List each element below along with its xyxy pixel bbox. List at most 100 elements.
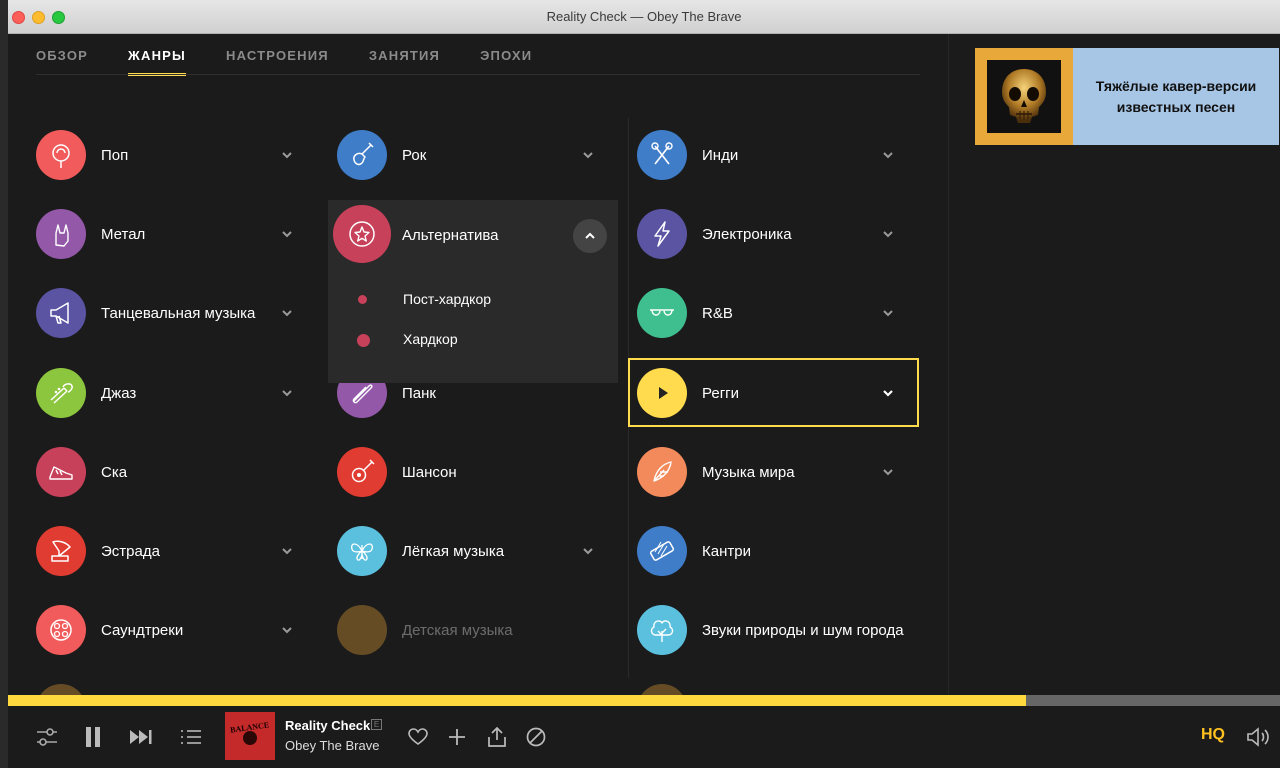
genre-item[interactable]: Шансон xyxy=(309,437,599,507)
tab-genres[interactable]: ЖАНРЫ xyxy=(128,48,186,76)
genre-label[interactable]: Лёгкая музыка xyxy=(402,543,504,560)
volume-button[interactable] xyxy=(1246,725,1272,749)
genre-item[interactable]: Танцевальная музыка xyxy=(8,278,298,348)
genre-label[interactable]: Рок xyxy=(402,147,426,164)
gramophone-icon[interactable] xyxy=(36,526,86,576)
equalizer-button[interactable] xyxy=(34,725,60,749)
expand-button[interactable] xyxy=(280,623,294,637)
category-tabs: ОБЗОР ЖАНРЫ НАСТРОЕНИЯ ЗАНЯТИЯ ЭПОХИ xyxy=(36,48,572,76)
genre-label[interactable]: Метал xyxy=(101,226,145,243)
share-button[interactable] xyxy=(484,725,510,749)
tree-icon[interactable] xyxy=(637,605,687,655)
tab-overview[interactable]: ОБЗОР xyxy=(36,48,88,76)
megaphone-icon[interactable] xyxy=(36,288,86,338)
butterfly-icon[interactable] xyxy=(337,526,387,576)
genre-item[interactable]: Кантри xyxy=(609,516,899,586)
chevron-down-icon xyxy=(282,231,292,238)
heart-icon xyxy=(408,728,428,745)
genre-circle[interactable] xyxy=(337,605,387,655)
lightning-icon[interactable] xyxy=(637,209,687,259)
genre-label[interactable]: Музыка мира xyxy=(702,464,795,481)
block-button[interactable] xyxy=(523,725,549,749)
genre-item[interactable]: Звуки природы и шум города xyxy=(609,595,904,665)
chevron-up-icon xyxy=(585,232,595,239)
genre-label[interactable]: Поп xyxy=(101,147,128,164)
lollipop-icon[interactable] xyxy=(36,130,86,180)
genre-label[interactable]: Панк xyxy=(402,385,436,402)
expand-button[interactable] xyxy=(280,306,294,320)
sneaker-icon[interactable] xyxy=(36,447,86,497)
expand-button[interactable] xyxy=(881,227,895,241)
genre-label[interactable]: Джаз xyxy=(101,385,136,402)
genre-item[interactable]: Ска xyxy=(8,437,298,507)
playlist-button[interactable] xyxy=(178,725,204,749)
expand-button[interactable] xyxy=(280,544,294,558)
genre-label[interactable]: Электроника xyxy=(702,226,792,243)
title-bar: Reality Check — Obey The Brave xyxy=(8,0,1280,34)
genre-item[interactable]: Джаз xyxy=(8,358,298,428)
sidebar-divider xyxy=(948,34,949,694)
genre-item[interactable]: Метал xyxy=(8,199,298,269)
genre-label[interactable]: Кантри xyxy=(702,543,751,560)
promo-banner[interactable]: Тяжёлые кавер-версии известных песен xyxy=(975,48,1279,145)
genre-item[interactable]: Рок xyxy=(309,120,599,190)
album-cover[interactable]: BALANCE xyxy=(225,712,275,760)
genre-label[interactable]: R&B xyxy=(702,305,733,322)
trumpet-icon[interactable] xyxy=(36,368,86,418)
quality-toggle[interactable]: HQ xyxy=(1201,726,1225,744)
electric-guitar-icon[interactable] xyxy=(337,130,387,180)
genre-label[interactable]: Детская музыка xyxy=(402,622,513,639)
expand-button[interactable] xyxy=(881,465,895,479)
genre-label[interactable]: Эстрада xyxy=(101,543,160,560)
share-icon xyxy=(488,727,506,747)
harmonica-icon[interactable] xyxy=(637,526,687,576)
expand-button[interactable] xyxy=(581,148,595,162)
like-button[interactable] xyxy=(405,725,431,749)
tab-activities[interactable]: ЗАНЯТИЯ xyxy=(369,48,440,76)
expand-button[interactable] xyxy=(881,148,895,162)
track-title[interactable]: Reality Check xyxy=(285,718,370,733)
track-artist[interactable]: Obey The Brave xyxy=(285,738,379,753)
star-icon[interactable] xyxy=(333,205,391,263)
promo-art xyxy=(975,48,1073,145)
genre-label[interactable]: Саундтреки xyxy=(101,622,183,639)
next-track-button[interactable] xyxy=(128,725,154,749)
genre-item[interactable]: Инди xyxy=(609,120,899,190)
genre-label[interactable]: Шансон xyxy=(402,464,457,481)
expand-button[interactable] xyxy=(881,306,895,320)
expand-button[interactable] xyxy=(280,386,294,400)
genre-item[interactable]: Музыка мира xyxy=(609,437,899,507)
add-button[interactable] xyxy=(444,725,470,749)
genre-item[interactable]: Эстрада xyxy=(8,516,298,586)
genre-label[interactable]: Альтернатива xyxy=(402,227,498,244)
rock-hand-icon[interactable] xyxy=(36,209,86,259)
chevron-down-icon xyxy=(883,152,893,159)
crossed-mics-icon[interactable] xyxy=(637,130,687,180)
genre-label[interactable]: Звуки природы и шум города xyxy=(702,622,904,639)
playback-progress[interactable] xyxy=(8,695,1280,706)
genre-item[interactable]: Лёгкая музыка xyxy=(309,516,599,586)
expand-button[interactable] xyxy=(581,544,595,558)
tab-eras[interactable]: ЭПОХИ xyxy=(480,48,532,76)
sunglasses-icon[interactable] xyxy=(637,288,687,338)
acoustic-guitar-icon[interactable] xyxy=(337,447,387,497)
collapse-button[interactable] xyxy=(573,219,607,253)
genre-item[interactable]: Поп xyxy=(8,120,298,190)
chevron-down-icon xyxy=(583,152,593,159)
genre-item[interactable]: Электроника xyxy=(609,199,899,269)
expand-button[interactable] xyxy=(280,148,294,162)
genre-label[interactable]: Танцевальная музыка xyxy=(101,305,255,322)
tabs-divider xyxy=(36,74,920,75)
genre-item[interactable]: Детская музыка xyxy=(309,595,599,665)
genre-expanded-alternative: Альтернатива Пост-хардкор Хардкор xyxy=(328,200,618,383)
genre-label[interactable]: Инди xyxy=(702,147,738,164)
chevron-down-icon xyxy=(883,231,893,238)
pause-button[interactable] xyxy=(80,725,106,749)
genre-item[interactable]: Саундтреки xyxy=(8,595,298,665)
genre-item[interactable]: R&B xyxy=(609,278,899,348)
genre-label[interactable]: Ска xyxy=(101,464,127,481)
film-reel-icon[interactable] xyxy=(36,605,86,655)
tab-moods[interactable]: НАСТРОЕНИЯ xyxy=(226,48,329,76)
feather-icon[interactable] xyxy=(637,447,687,497)
expand-button[interactable] xyxy=(280,227,294,241)
